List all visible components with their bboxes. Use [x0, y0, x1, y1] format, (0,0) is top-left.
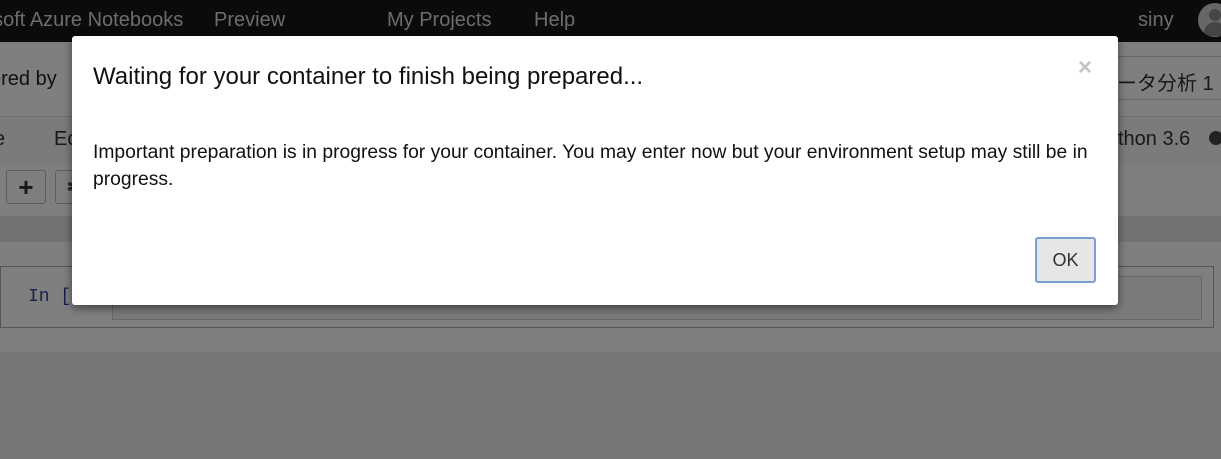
dialog-message: Important preparation is in progress for…	[93, 142, 1088, 190]
close-icon[interactable]: ×	[1078, 56, 1092, 80]
dialog-title: Waiting for your container to finish bei…	[93, 63, 644, 90]
waiting-dialog: Waiting for your container to finish bei…	[72, 36, 1118, 305]
ok-button[interactable]: OK	[1035, 237, 1096, 283]
